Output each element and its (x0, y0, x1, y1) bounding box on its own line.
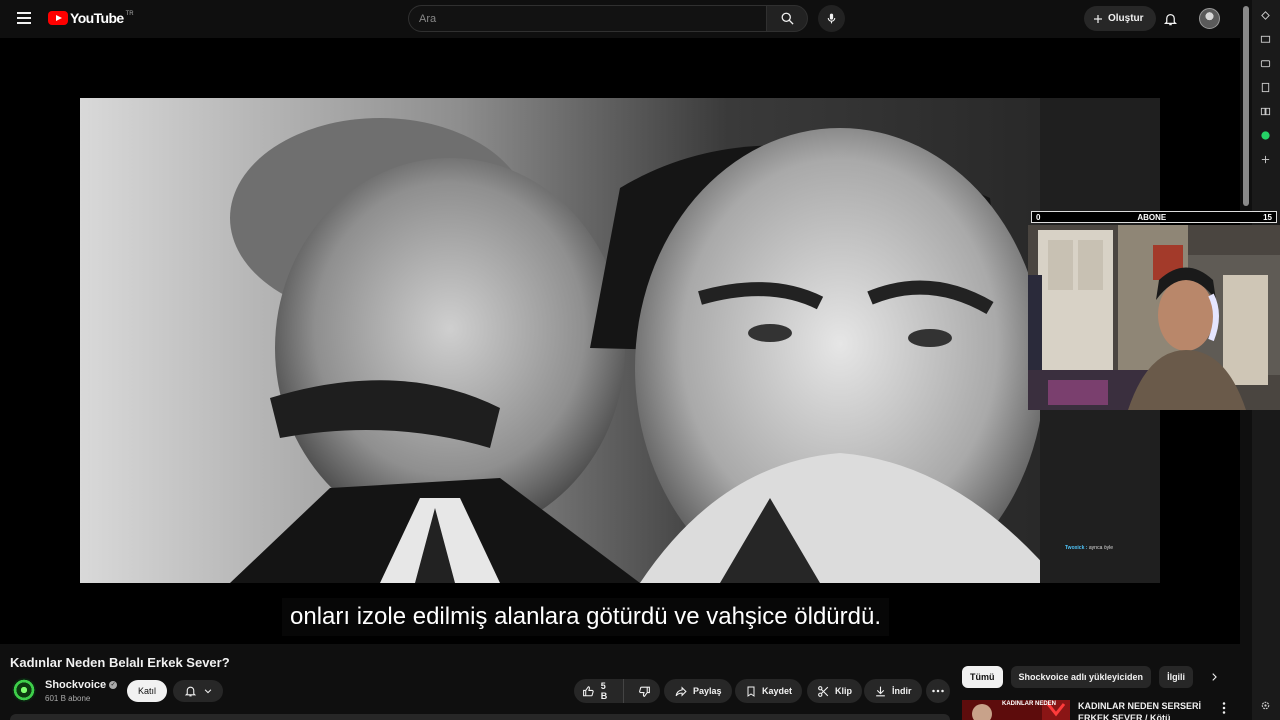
search-bar (408, 5, 808, 32)
scissors-icon (818, 685, 829, 697)
notifications-button[interactable] (1160, 8, 1180, 30)
goal-current: 0 (1036, 212, 1041, 222)
recommended-video-menu[interactable] (1218, 700, 1230, 716)
share-icon (675, 685, 687, 697)
whatsapp-icon[interactable] (1258, 128, 1272, 142)
chip-related[interactable]: İlgili (1159, 666, 1194, 688)
verified-icon: ✓ (109, 681, 118, 689)
chip-from-uploader[interactable]: Shockvoice adlı yükleyiciden (1010, 666, 1152, 688)
video-still-image (80, 98, 1160, 583)
recommended-video-title[interactable]: KADINLAR NEDEN SERSERİ ERKEK SEVER / Köt… (1078, 700, 1208, 720)
like-count: 5 B (600, 681, 608, 701)
bell-icon (184, 686, 196, 697)
download-icon (876, 686, 885, 696)
more-actions-button[interactable] (926, 679, 950, 703)
share-label: Paylaş (693, 686, 722, 696)
channel-name-link[interactable]: Shockvoice ✓ (45, 679, 118, 691)
save-button[interactable]: Kaydet (735, 679, 803, 703)
stream-chat-message: Twoxick : ayrıca öyle (1065, 545, 1113, 551)
account-avatar[interactable] (1199, 8, 1220, 29)
chip-all[interactable]: Tümü (962, 666, 1003, 688)
channel-avatar[interactable] (12, 678, 36, 702)
thumbnail-text: KADINLAR NEDEN (1002, 701, 1056, 707)
more-horizontal-icon (932, 689, 944, 693)
more-vertical-icon (1222, 702, 1226, 714)
clip-button[interactable]: Klip (807, 679, 862, 703)
webcam-image (1028, 225, 1280, 410)
logo-text: YouTube (70, 10, 124, 26)
document-icon[interactable] (1258, 80, 1272, 94)
dislike-button[interactable] (629, 679, 661, 703)
download-label: İndir (892, 686, 912, 696)
chat-user: Twoxick : (1065, 545, 1088, 551)
video-frame[interactable] (80, 98, 1160, 583)
subscriber-goal-bar: 0 ABONE 15 (1031, 211, 1277, 223)
voice-search-button[interactable] (818, 5, 845, 32)
description-box[interactable] (10, 714, 950, 720)
bell-icon (1163, 14, 1177, 26)
recommended-video-thumbnail[interactable]: KADINLAR NEDEN (962, 700, 1070, 720)
streamer-webcam (1028, 225, 1280, 410)
add-panel-icon[interactable] (1258, 152, 1272, 166)
settings-icon[interactable] (1258, 698, 1272, 712)
chat-text: ayrıca öyle (1088, 545, 1113, 551)
search-icon (781, 12, 794, 25)
region-code: TR (125, 11, 134, 17)
wallet-icon[interactable] (1258, 56, 1272, 70)
subscription-notification-button[interactable] (173, 680, 223, 702)
thumbs-up-icon (583, 685, 594, 696)
youtube-watch-page: YouTube TR Oluştur (0, 0, 1280, 720)
video-title: Kadınlar Neden Belalı Erkek Sever? (10, 655, 230, 670)
screen-icon[interactable] (1258, 32, 1272, 46)
join-button[interactable]: Katıl (127, 680, 167, 702)
like-dislike-group: 5 B (574, 679, 660, 703)
thumbs-down-icon (638, 686, 650, 697)
chips-next-button[interactable] (1204, 667, 1224, 687)
search-button[interactable] (766, 5, 808, 32)
youtube-logo[interactable]: YouTube TR (48, 10, 134, 26)
extension-icon[interactable] (1258, 8, 1272, 22)
reading-list-icon[interactable] (1258, 104, 1272, 118)
create-label: Oluştur (1108, 13, 1144, 24)
plus-icon (1094, 14, 1102, 23)
channel-name: Shockvoice (45, 679, 107, 691)
youtube-play-icon (48, 11, 68, 25)
menu-icon[interactable] (14, 9, 34, 29)
clip-label: Klip (835, 686, 852, 696)
like-button[interactable]: 5 B (574, 679, 624, 703)
search-input[interactable] (408, 5, 766, 32)
related-filter-chips: Tümü Shockvoice adlı yükleyiciden İlgili (962, 666, 1194, 688)
subscriber-count: 601 B abone (45, 694, 91, 703)
scroll-thumb[interactable] (1243, 6, 1249, 206)
bookmark-icon (747, 686, 755, 697)
mic-icon (827, 13, 836, 24)
goal-target: 15 (1263, 212, 1272, 222)
goal-label: ABONE (1137, 212, 1167, 222)
chevron-right-icon (1212, 673, 1217, 681)
save-label: Kaydet (762, 686, 793, 696)
download-button[interactable]: İndir (864, 679, 922, 703)
share-button[interactable]: Paylaş (664, 679, 732, 703)
masthead: YouTube TR Oluştur (0, 0, 1240, 38)
chevron-down-icon (204, 689, 211, 694)
create-button[interactable]: Oluştur (1084, 6, 1156, 31)
subtitle-caption: onları izole edilmiş alanlara götürdü ve… (282, 598, 889, 636)
